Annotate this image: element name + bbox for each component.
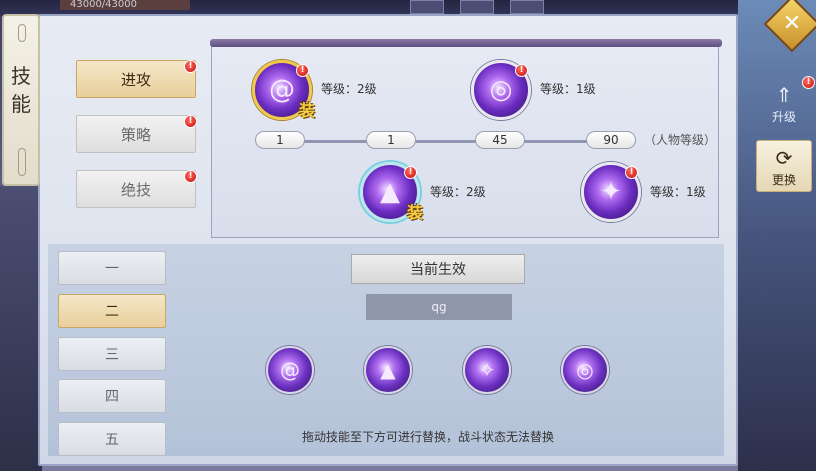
up-arrow-icon: ⇑ [775,83,793,107]
current-effect-button[interactable]: 当前生效 [351,254,525,284]
equipped-badge: 装 [298,101,315,120]
slot-tab-1[interactable]: 一 [58,251,166,285]
equipped-badge: 装 [406,203,423,222]
category-label: 策略 [120,126,151,144]
notification-dot-icon: ! [404,166,417,179]
side-tab-label: 升级 [771,110,796,124]
side-tab-upgrade[interactable]: ⇑ 升级 [756,78,812,130]
swirl-icon: @ [280,358,300,382]
notification-dot-icon: ! [184,170,197,183]
right-decoration [738,0,816,471]
level-pill: 90 [586,131,636,149]
box-header-bar [210,39,722,47]
spike-icon: ▲ [380,358,396,382]
vortex-icon: ◎ [576,358,594,382]
level-pill: 1 [366,131,416,149]
level-track [258,140,636,143]
left-decoration [0,186,42,471]
ornament-icon [18,148,26,176]
slot-tab-4[interactable]: 四 [58,379,166,413]
level-pill: 1 [255,131,305,149]
hint-text: 拖动技能至下方可进行替换，战斗状态无法替换 [302,430,555,444]
category-strategy-button[interactable]: 策略 [76,115,196,153]
notification-dot-icon: ! [515,64,528,77]
hp-bar: 43000/43000 [60,0,190,10]
side-tab-label: 更换 [771,173,796,187]
title-tab: 技能 [2,14,40,186]
slot-tab-5[interactable]: 五 [58,422,166,456]
skill-level: 等级：2级 [321,82,377,96]
swirl-skill-icon[interactable]: @ [266,346,314,394]
category-label: 绝技 [120,181,151,199]
refresh-icon: ⟳ [775,146,793,170]
hud-slot[interactable] [460,0,494,14]
character-level-label: （人物等级） [644,133,717,147]
notification-dot-icon: ! [296,64,309,77]
category-label: 进攻 [120,71,151,89]
category-attack-button[interactable]: 进攻 [76,60,196,98]
slot-tab-3[interactable]: 三 [58,337,166,371]
slot-tab-2[interactable]: 二 [58,294,166,328]
notification-dot-icon: ! [184,60,197,73]
ornament-icon [18,24,26,42]
category-ultimate-button[interactable]: 绝技 [76,170,196,208]
skill-level: 等级：1级 [540,82,596,96]
skill-level: 等级：2级 [430,185,486,199]
spike-skill-icon[interactable]: ▲ [364,346,412,394]
skill-level: 等级：1级 [650,185,706,199]
side-tab-replace[interactable]: ⟳ 更换 [756,140,812,192]
notification-dot-icon: ! [625,166,638,179]
hud-slot[interactable] [510,0,544,14]
claw-skill-icon[interactable]: ✧ [463,346,511,394]
notification-dot-icon: ! [184,115,197,128]
page-title: 技能 [11,64,31,116]
hud-slot[interactable] [410,0,444,14]
loadout-name-field[interactable]: qg [366,294,512,320]
claw-icon: ✧ [478,358,496,382]
level-pill: 45 [475,131,525,149]
close-icon: ✕ [782,11,802,36]
vortex-skill-icon[interactable]: ◎ [561,346,609,394]
